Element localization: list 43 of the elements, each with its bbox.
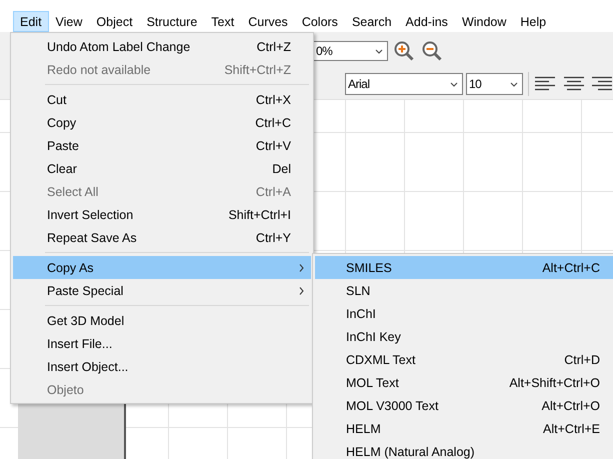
menu-bar-item[interactable]: Window	[454, 11, 514, 32]
font-size-dropdown[interactable]: 10	[466, 72, 523, 95]
menu-item[interactable]: Insert File...	[13, 332, 311, 355]
menu-item[interactable]: Paste Ctrl+V	[13, 134, 311, 157]
zoom-dropdown[interactable]: 0%	[313, 41, 388, 62]
align-right-icon[interactable]	[592, 76, 612, 92]
menu-bar-item[interactable]: Curves	[241, 11, 295, 32]
zoom-out-icon[interactable]	[421, 40, 443, 62]
menu-item[interactable]: CDXML Text Ctrl+D	[315, 348, 613, 371]
menu-item[interactable]: Insert Object...	[13, 355, 311, 378]
menu-bar-item[interactable]: Help	[513, 11, 554, 32]
menu-item[interactable]: Copy As	[13, 256, 311, 279]
chevron-down-icon[interactable]	[375, 47, 383, 56]
align-center-icon[interactable]	[563, 76, 585, 92]
zoom-in-icon[interactable]	[393, 40, 415, 62]
menu-item[interactable]: Cut Ctrl+X	[13, 88, 311, 111]
menu-item[interactable]: Get 3D Model	[13, 309, 311, 332]
menu-item[interactable]: Undo Atom Label Change Ctrl+Z	[13, 35, 311, 58]
menu-item[interactable]: MOL V3000 Text Alt+Ctrl+O	[315, 394, 613, 417]
menu-item[interactable]: InChI Key	[315, 325, 613, 348]
menu-bar-item[interactable]: Edit	[13, 11, 49, 32]
menu-item[interactable]: HELM Alt+Ctrl+E	[315, 417, 613, 440]
menu-bar-item[interactable]: Add-ins	[398, 11, 455, 32]
chevron-down-icon[interactable]	[450, 80, 458, 88]
align-left-icon[interactable]	[534, 76, 556, 92]
menu-bar-item[interactable]: Text	[204, 11, 242, 32]
menu-bar-item[interactable]: View	[48, 11, 90, 32]
menu-item[interactable]: Repeat Save As Ctrl+Y	[13, 226, 311, 249]
menu-bar-item[interactable]: Object	[89, 11, 140, 32]
menu-item[interactable]: Copy Ctrl+C	[13, 111, 311, 134]
menu-bar-item[interactable]: Search	[344, 11, 399, 32]
menu-bar-item[interactable]: Colors	[294, 11, 345, 32]
chevron-down-icon[interactable]	[510, 80, 518, 88]
menu-item[interactable]: MOL Text Alt+Shift+Ctrl+O	[315, 371, 613, 394]
menu-item[interactable]: Clear Del	[13, 157, 311, 180]
font-dropdown[interactable]: Arial	[345, 72, 463, 95]
menu-item[interactable]: Paste Special	[13, 279, 311, 302]
menu-item[interactable]: SMILES Alt+Ctrl+C	[315, 256, 613, 279]
menu-item[interactable]: HELM (Natural Analog)	[315, 440, 613, 459]
menu-item[interactable]: InChI	[315, 302, 613, 325]
menu-bar-item[interactable]: Structure	[140, 11, 204, 32]
menu-item[interactable]: Invert Selection Shift+Ctrl+I	[13, 203, 311, 226]
menu-item[interactable]: SLN	[315, 279, 613, 302]
